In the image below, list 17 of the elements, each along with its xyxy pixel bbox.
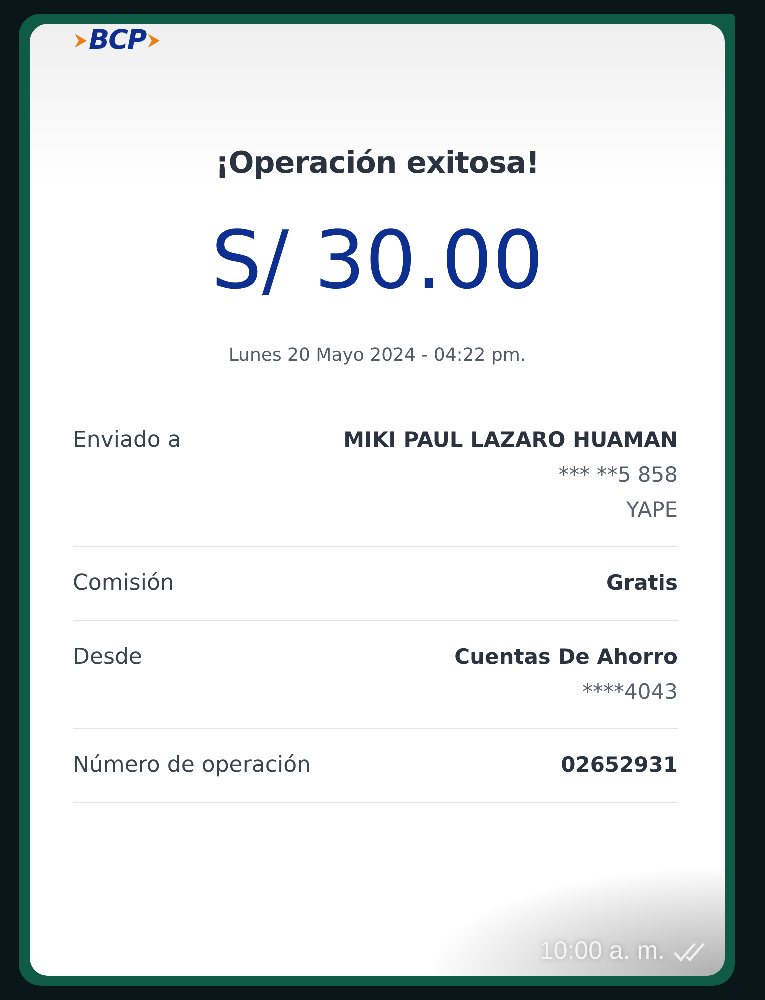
row-value: MIKI PAUL LAZARO HUAMAN — [344, 428, 678, 452]
row-label: Comisión — [73, 571, 174, 596]
amount: S/ 30.00 — [210, 221, 545, 301]
row-label: Desde — [73, 645, 142, 672]
chevron-icon — [147, 33, 162, 49]
success-title: ¡Operación exitosa! — [214, 146, 540, 181]
date-time: Lunes 20 Mayo 2024 - 04:22 pm. — [228, 345, 528, 366]
row-value: ****4043 — [582, 680, 678, 704]
row-value: YAPE — [626, 498, 678, 522]
row-value: Gratis — [606, 571, 678, 595]
row-value: *** **5 858 — [558, 463, 678, 487]
row-value: Cuentas De Ahorro — [454, 645, 678, 669]
row-label: Enviado a — [73, 428, 182, 455]
chevron-icon — [74, 33, 88, 49]
brand-logo: BCP — [89, 26, 146, 56]
row-value: 02652931 — [561, 753, 678, 777]
row-label: Número de operación — [73, 753, 311, 778]
